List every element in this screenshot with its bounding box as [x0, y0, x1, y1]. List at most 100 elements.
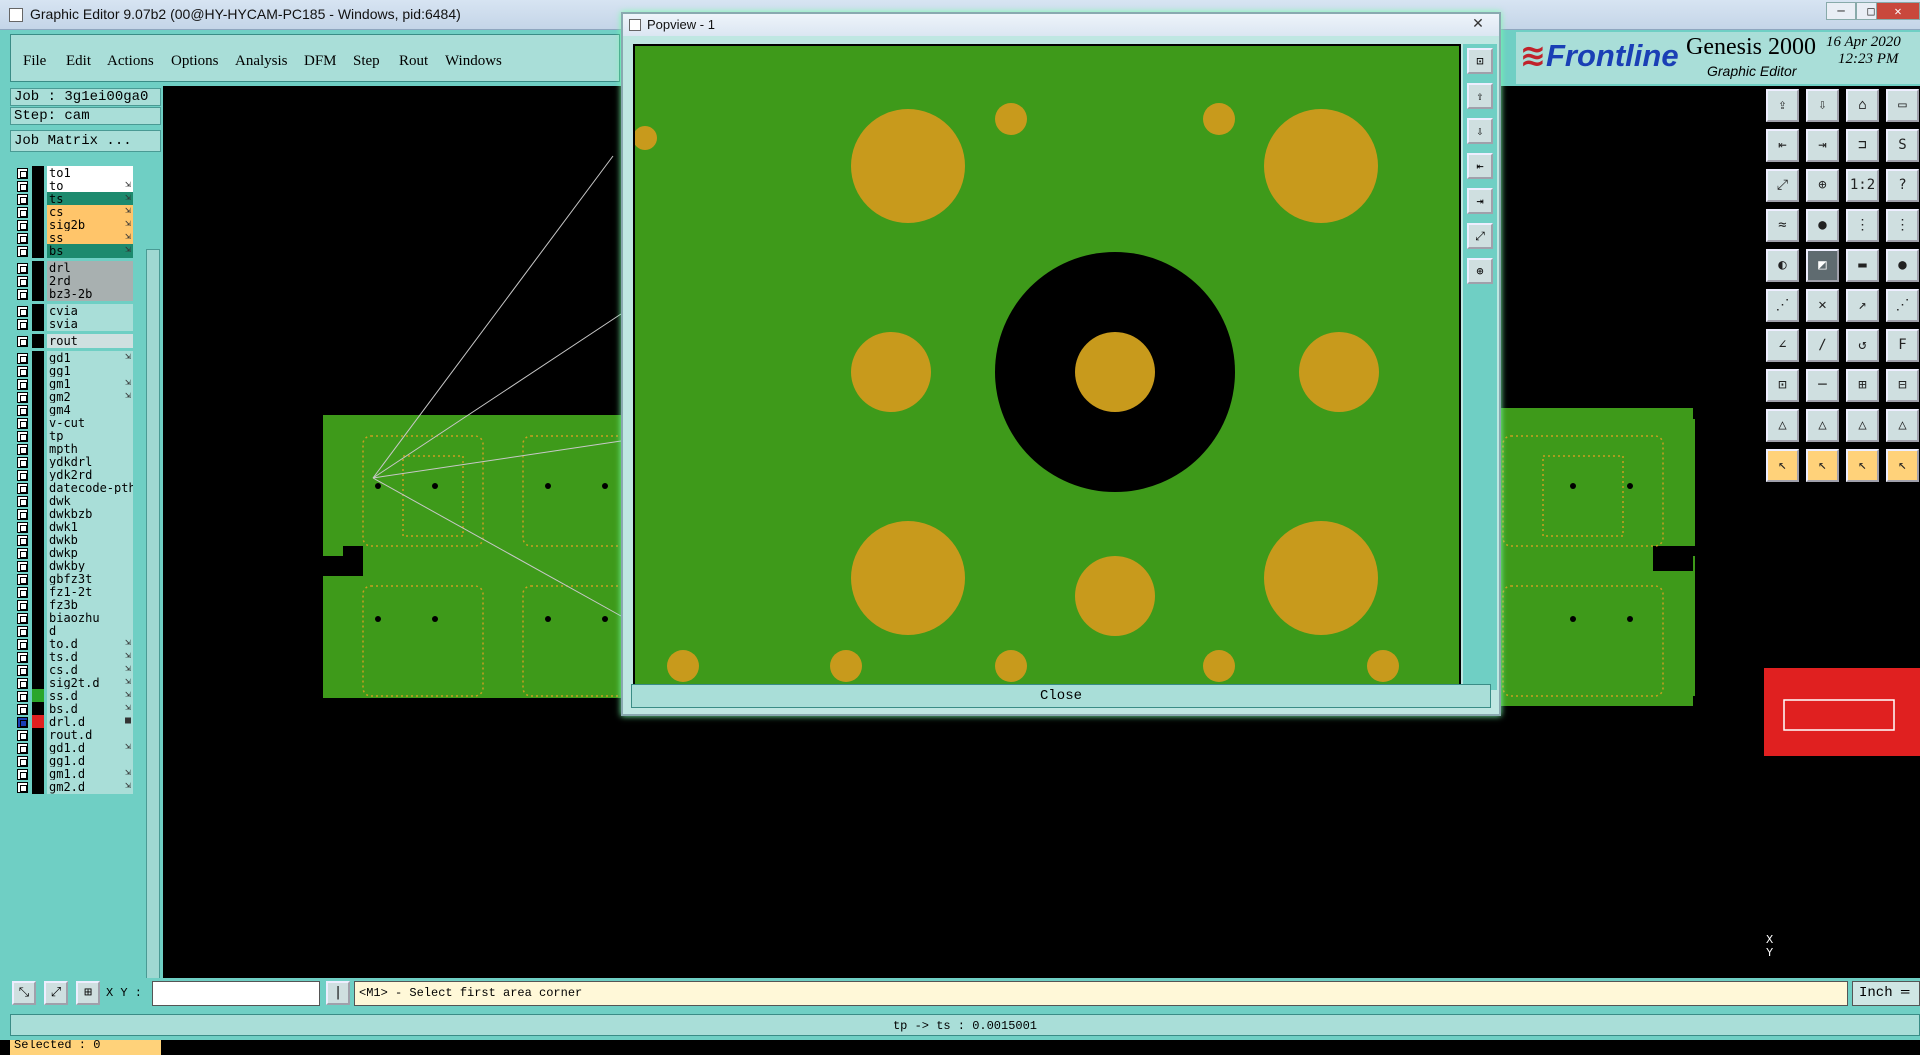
tool-button-icon[interactable]: ● — [1886, 249, 1919, 282]
layer-name[interactable]: dwkb — [47, 533, 133, 547]
layer-row[interactable]: to ⇲ — [12, 179, 133, 193]
layer-name[interactable]: fz1-2t — [47, 585, 133, 599]
tool-button-icon[interactable]: ↺ — [1846, 329, 1879, 362]
layer-color-swatch[interactable] — [32, 364, 44, 378]
layer-color-swatch[interactable] — [32, 304, 44, 318]
layer-color-swatch[interactable] — [32, 494, 44, 508]
layer-name[interactable]: svia — [47, 317, 133, 331]
popview-tool-icon[interactable]: ⇩ — [1467, 118, 1493, 144]
menu-analysis[interactable]: Analysis — [235, 53, 288, 70]
layer-checkbox[interactable] — [17, 574, 28, 585]
layer-checkbox[interactable] — [17, 600, 28, 611]
layer-row[interactable]: v-cut — [12, 416, 133, 430]
layer-name[interactable]: gm1 — [47, 377, 133, 391]
layer-name[interactable]: cs — [47, 205, 133, 219]
tool-button-icon[interactable]: ⊟ — [1886, 369, 1919, 402]
layer-color-swatch[interactable] — [32, 429, 44, 443]
layer-name[interactable]: dwk — [47, 494, 133, 508]
layer-row[interactable]: gd1.d ⇲ — [12, 741, 133, 755]
mini-overview[interactable] — [1764, 668, 1920, 756]
popview-tool-icon[interactable]: ⇤ — [1467, 153, 1493, 179]
tool-button-icon[interactable]: 1:2 — [1846, 169, 1879, 202]
layer-color-swatch[interactable] — [32, 598, 44, 612]
layer-name[interactable]: rout — [47, 334, 133, 348]
tool-button-icon[interactable]: ↖ — [1846, 449, 1879, 482]
layer-checkbox[interactable] — [17, 626, 28, 637]
tool-button-icon[interactable]: ≈ — [1766, 209, 1799, 242]
popview-tool-icon[interactable]: ⇪ — [1467, 83, 1493, 109]
layer-name[interactable]: sig2t.d — [47, 676, 133, 690]
layer-name[interactable]: ss — [47, 231, 133, 245]
menu-dfm[interactable]: DFM — [304, 53, 337, 70]
layer-row[interactable]: gd1 ⇲ — [12, 351, 133, 365]
tool-button-icon[interactable]: F — [1886, 329, 1919, 362]
layer-row[interactable]: rout — [12, 334, 133, 348]
layer-row[interactable]: datecode-pth — [12, 481, 133, 495]
layer-name[interactable]: dwk1 — [47, 520, 133, 534]
layer-checkbox[interactable] — [17, 717, 28, 728]
tool-button-icon[interactable]: ? — [1886, 169, 1919, 202]
layer-checkbox[interactable] — [17, 431, 28, 442]
layer-checkbox[interactable] — [17, 561, 28, 572]
layer-name[interactable]: mpth — [47, 442, 133, 456]
layer-name[interactable]: bs — [47, 244, 133, 258]
layer-checkbox[interactable] — [17, 535, 28, 546]
layer-checkbox[interactable] — [17, 730, 28, 741]
layer-name[interactable]: dwkbzb — [47, 507, 133, 521]
layer-color-swatch[interactable] — [32, 442, 44, 456]
layer-color-swatch[interactable] — [32, 390, 44, 404]
layer-name[interactable]: fz3b — [47, 598, 133, 612]
layer-checkbox[interactable] — [17, 379, 28, 390]
tool-button-icon[interactable]: ↖ — [1886, 449, 1919, 482]
layer-color-swatch[interactable] — [32, 403, 44, 417]
layer-row[interactable]: ts.d ⇲ — [12, 650, 133, 664]
layer-color-swatch[interactable] — [32, 481, 44, 495]
popview-tool-icon[interactable]: ⇥ — [1467, 188, 1493, 214]
layer-checkbox[interactable] — [17, 353, 28, 364]
layer-color-swatch[interactable] — [32, 179, 44, 193]
layer-name[interactable]: rout.d — [47, 728, 133, 742]
tool-button-icon[interactable]: ⋰ — [1766, 289, 1799, 322]
layer-row[interactable]: drl.d ■ — [12, 715, 133, 729]
tool-button-icon[interactable]: S — [1886, 129, 1919, 162]
menu-options[interactable]: Options — [171, 53, 219, 70]
popview-tool-icon[interactable]: ⊕ — [1467, 258, 1493, 284]
tool-button-icon[interactable]: ↖ — [1806, 449, 1839, 482]
layer-name[interactable]: ts.d — [47, 650, 133, 664]
layer-name[interactable]: datecode-pth — [47, 481, 133, 495]
layer-checkbox[interactable] — [17, 522, 28, 533]
tool-button-icon[interactable]: ✕ — [1806, 289, 1839, 322]
layer-name[interactable]: gm4 — [47, 403, 133, 417]
layer-checkbox[interactable] — [17, 289, 28, 300]
layer-name[interactable]: tp — [47, 429, 133, 443]
layer-color-swatch[interactable] — [32, 611, 44, 625]
layer-color-swatch[interactable] — [32, 754, 44, 768]
layer-row[interactable]: dwkbzb — [12, 507, 133, 521]
layer-checkbox[interactable] — [17, 444, 28, 455]
layer-color-swatch[interactable] — [32, 572, 44, 586]
menu-file[interactable]: File — [23, 53, 46, 70]
layer-checkbox[interactable] — [17, 366, 28, 377]
layer-name[interactable]: gd1 — [47, 351, 133, 365]
menu-edit[interactable]: Edit — [66, 53, 91, 70]
layer-checkbox[interactable] — [17, 639, 28, 650]
menu-step[interactable]: Step — [353, 53, 380, 70]
layer-row[interactable]: dwkp — [12, 546, 133, 560]
layer-color-swatch[interactable] — [32, 231, 44, 245]
tool-button-icon[interactable]: ◩ — [1806, 249, 1839, 282]
layer-row[interactable]: 2rd — [12, 274, 133, 288]
layer-name[interactable]: gm1.d — [47, 767, 133, 781]
layer-checkbox[interactable] — [17, 336, 28, 347]
layer-row[interactable]: to.d ⇲ — [12, 637, 133, 651]
layer-checkbox[interactable] — [17, 782, 28, 793]
layer-name[interactable]: ss.d — [47, 689, 133, 703]
close-window-button[interactable]: ✕ — [1876, 2, 1920, 20]
layer-row[interactable]: dwkby — [12, 559, 133, 573]
layer-name[interactable]: gd1.d — [47, 741, 133, 755]
layer-color-swatch[interactable] — [32, 585, 44, 599]
tool-button-icon[interactable]: ◐ — [1766, 249, 1799, 282]
layer-name[interactable]: cs.d — [47, 663, 133, 677]
tool-button-icon[interactable]: ● — [1806, 209, 1839, 242]
layer-name[interactable]: bz3-2b — [47, 287, 133, 301]
layer-row[interactable]: gg1 — [12, 364, 133, 378]
